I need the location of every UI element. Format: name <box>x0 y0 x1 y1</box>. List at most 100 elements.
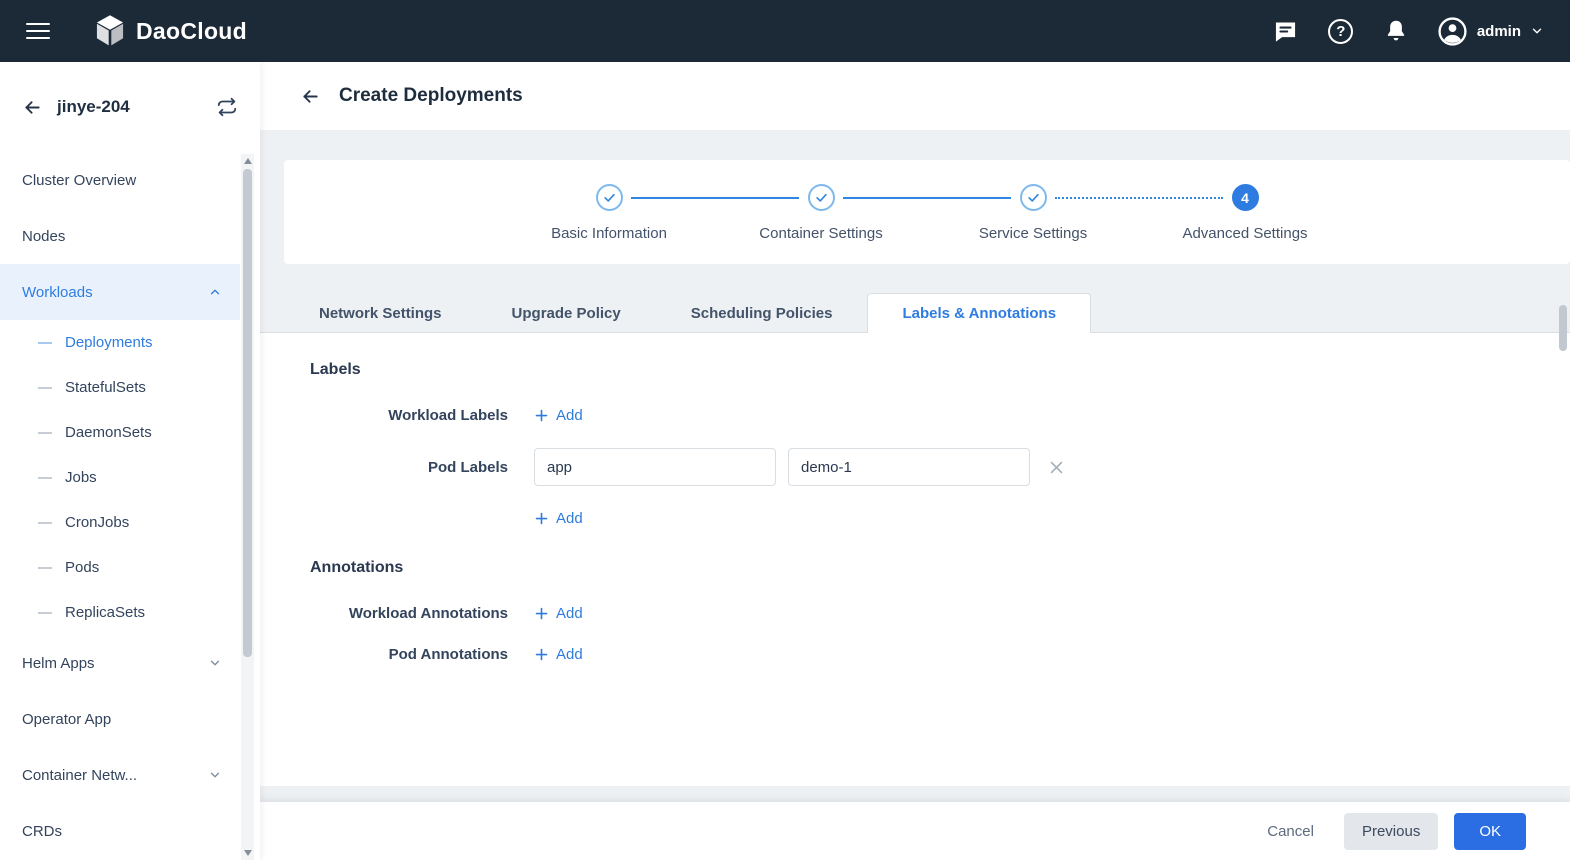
pod-labels-add-row: Add <box>310 510 1570 527</box>
plus-icon <box>534 511 549 526</box>
close-icon <box>1048 459 1065 476</box>
labels-annotations-panel: Labels Workload Labels Add Pod Labels <box>260 333 1570 786</box>
check-icon <box>814 190 829 205</box>
main-area: Create Deployments Basic Information <box>260 62 1570 860</box>
remove-pod-label-button[interactable] <box>1048 459 1065 476</box>
main-scrollbar-thumb[interactable] <box>1559 305 1567 351</box>
dash-icon <box>38 387 52 389</box>
sidebar-menu: Cluster Overview Nodes Workloads Deploym… <box>0 152 240 859</box>
step-connector-dotted <box>1055 197 1223 199</box>
sidebar-item-operator-app[interactable]: Operator App <box>0 691 240 747</box>
step-basic-information: Basic Information <box>587 184 631 242</box>
sidebar-item-pods[interactable]: Pods <box>0 545 240 590</box>
check-icon <box>602 190 617 205</box>
step-container-settings: Container Settings <box>799 184 843 242</box>
cluster-name: jinye-204 <box>57 97 202 117</box>
cluster-back-button[interactable] <box>22 97 43 118</box>
annotations-section-title: Annotations <box>310 559 1570 577</box>
step-active-circle: 4 <box>1232 184 1259 211</box>
add-workload-label-button[interactable]: Add <box>534 407 583 424</box>
plus-icon <box>534 606 549 621</box>
step-advanced-settings: 4 Advanced Settings <box>1223 184 1267 242</box>
page-title: Create Deployments <box>339 85 523 107</box>
brand-name: DaoCloud <box>136 18 247 45</box>
sidebar-scrollbar[interactable] <box>241 154 254 860</box>
workload-annotations-label: Workload Annotations <box>310 605 508 622</box>
chevron-down-icon <box>208 768 222 782</box>
chat-icon[interactable] <box>1272 17 1300 45</box>
user-menu[interactable]: admin <box>1437 16 1544 47</box>
check-icon <box>1026 190 1041 205</box>
previous-button[interactable]: Previous <box>1344 813 1438 850</box>
chevron-down-icon <box>208 656 222 670</box>
step-done-circle <box>596 184 623 211</box>
step-service-settings: Service Settings <box>1011 184 1055 242</box>
add-workload-annotation-button[interactable]: Add <box>534 605 583 622</box>
dash-icon <box>38 612 52 614</box>
stepper: Basic Information Container Settings <box>284 184 1570 242</box>
scroll-down-icon[interactable] <box>244 850 252 856</box>
cancel-button[interactable]: Cancel <box>1267 823 1314 840</box>
sidebar-item-cronjobs[interactable]: CronJobs <box>0 500 240 545</box>
scroll-up-icon[interactable] <box>244 158 252 164</box>
sidebar-item-crds[interactable]: CRDs <box>0 803 240 859</box>
switch-cluster-icon[interactable] <box>216 96 238 118</box>
workload-labels-row: Workload Labels Add <box>310 407 1570 424</box>
step-done-circle <box>808 184 835 211</box>
menu-icon[interactable] <box>26 23 50 39</box>
sidebar-item-daemonsets[interactable]: DaemonSets <box>0 410 240 455</box>
add-pod-annotation-button[interactable]: Add <box>534 646 583 663</box>
sidebar-item-replicasets[interactable]: ReplicaSets <box>0 590 240 635</box>
pod-label-key-input[interactable] <box>534 448 776 486</box>
tab-upgrade-policy[interactable]: Upgrade Policy <box>477 293 656 333</box>
pod-annotations-row: Pod Annotations Add <box>310 646 1570 663</box>
step-connector <box>843 197 1011 199</box>
dash-icon <box>38 342 52 344</box>
pod-label-value-input[interactable] <box>788 448 1030 486</box>
topbar: DaoCloud ? admin <box>0 0 1570 62</box>
sidebar-item-statefulsets[interactable]: StatefulSets <box>0 365 240 410</box>
workload-labels-label: Workload Labels <box>310 407 508 424</box>
bell-icon[interactable] <box>1382 17 1410 45</box>
chevron-down-icon <box>1530 24 1544 38</box>
tab-scheduling-policies[interactable]: Scheduling Policies <box>656 293 868 333</box>
sidebar-item-container-network[interactable]: Container Netw... <box>0 747 240 803</box>
labels-section-title: Labels <box>310 361 1570 379</box>
sidebar-item-deployments[interactable]: Deployments <box>0 320 240 365</box>
plus-icon <box>534 408 549 423</box>
pod-annotations-label: Pod Annotations <box>310 646 508 663</box>
sidebar: jinye-204 Cluster Overview Nodes Workloa… <box>0 62 260 860</box>
tab-labels-annotations[interactable]: Labels & Annotations <box>867 293 1091 333</box>
dash-icon <box>38 477 52 479</box>
dash-icon <box>38 567 52 569</box>
add-pod-label-button[interactable]: Add <box>534 510 583 527</box>
avatar <box>1437 16 1468 47</box>
stepper-card: Basic Information Container Settings <box>284 160 1570 264</box>
step-done-circle <box>1020 184 1047 211</box>
dash-icon <box>38 522 52 524</box>
brand[interactable]: DaoCloud <box>94 14 247 48</box>
wizard-footer: Cancel Previous OK <box>260 802 1570 860</box>
page-header: Create Deployments <box>260 62 1570 130</box>
sidebar-item-cluster-overview[interactable]: Cluster Overview <box>0 152 240 208</box>
sidebar-item-helm-apps[interactable]: Helm Apps <box>0 635 240 691</box>
sidebar-header: jinye-204 <box>0 62 260 152</box>
pod-labels-row: Pod Labels <box>310 448 1570 486</box>
ok-button[interactable]: OK <box>1454 813 1526 850</box>
help-icon[interactable]: ? <box>1327 17 1355 45</box>
main-body: Basic Information Container Settings <box>260 130 1570 802</box>
dash-icon <box>38 432 52 434</box>
settings-tabbar: Network Settings Upgrade Policy Scheduli… <box>260 293 1570 333</box>
scrollbar-thumb[interactable] <box>243 169 252 657</box>
sidebar-item-workloads[interactable]: Workloads <box>0 264 240 320</box>
daocloud-logo-icon <box>94 14 126 48</box>
plus-icon <box>534 647 549 662</box>
pod-labels-label: Pod Labels <box>310 459 508 476</box>
sidebar-item-nodes[interactable]: Nodes <box>0 208 240 264</box>
page-back-button[interactable] <box>300 86 321 107</box>
workload-annotations-row: Workload Annotations Add <box>310 605 1570 622</box>
step-connector <box>631 197 799 199</box>
tab-network-settings[interactable]: Network Settings <box>284 293 477 333</box>
user-name: admin <box>1477 23 1521 40</box>
sidebar-item-jobs[interactable]: Jobs <box>0 455 240 500</box>
